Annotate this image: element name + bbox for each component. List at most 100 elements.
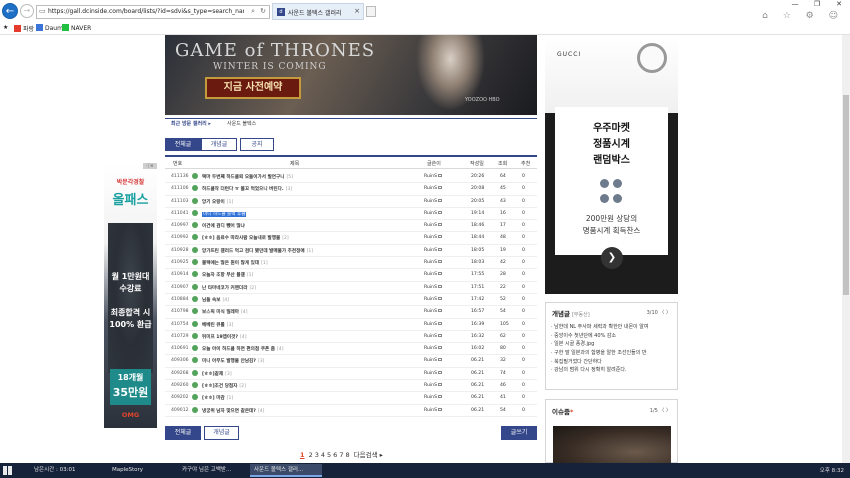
post-writer[interactable]: RuinS (424, 383, 443, 388)
post-subject-text[interactable]: 냉궁퀴 남자 맞으면 같은데? (202, 409, 256, 414)
widget-pager[interactable]: 1/5 〈 〉 (650, 407, 671, 414)
favorite-item[interactable]: 파랑 (14, 24, 34, 33)
post-writer[interactable]: RuinS (424, 333, 443, 339)
refresh-icon[interactable]: ↻ (260, 7, 266, 15)
post-subject[interactable]: [ㅎㅎ] 음료수 따라사람 오늘내로 발행물 [2] (202, 235, 382, 241)
post-subject-text[interactable]: 오늘 아이 하드클 하면 편의점 쿠폰 줌 (202, 347, 275, 352)
post-writer[interactable]: RuinS (424, 284, 443, 290)
post-subject[interactable]: 하드클작 더런다 ㅠ 볼꼬 먹었으니 버린다. [3] (202, 186, 382, 192)
scrollbar-thumb[interactable] (843, 95, 849, 295)
post-subject-text[interactable]: 베베린 큐롤 (202, 323, 225, 328)
concept-item[interactable]: · 강남의 범위 다시 정확히 알려준다. (551, 366, 675, 375)
issue-thumbnail[interactable] (553, 426, 671, 463)
page-link[interactable]: 6 (333, 451, 337, 459)
taskbar-item[interactable]: 남은시간 : 03:01 (30, 464, 92, 477)
post-subject-text[interactable]: 미니 아무도 발행물 안남김? (202, 359, 256, 364)
post-writer[interactable]: RuinS (424, 395, 443, 400)
table-row[interactable]: 410798 보스픽 미식 밀레마 [4] RuinS 16:57 54 0 (165, 306, 537, 319)
post-subject[interactable]: 보스픽 미식 밀레마 [4] (202, 309, 382, 315)
reply-count[interactable]: [1] (261, 261, 268, 266)
table-row[interactable]: 409202 [ㅎㅎ] 마감 [1] RuinS 06.21 41 0 (165, 392, 537, 405)
reply-count[interactable]: [4] (223, 298, 230, 303)
reply-count[interactable]: [3] (227, 323, 234, 328)
post-subject[interactable]: 볼텍에는 많은 뭔이 많게 있데 [1] (202, 260, 382, 266)
gallog-icon[interactable] (438, 309, 443, 313)
search-icon[interactable]: ⌕ (251, 7, 255, 16)
post-writer-name[interactable]: RuinS (424, 272, 437, 277)
post-subject-text[interactable]: 오늘자 조항 부산 볼갤 (202, 273, 245, 278)
post-writer[interactable]: RuinS (424, 174, 443, 179)
gallog-icon[interactable] (438, 346, 443, 350)
post-writer[interactable]: RuinS (424, 321, 443, 327)
table-row[interactable]: 410754 베베린 큐롤 [3] RuinS 16:39 105 0 (165, 319, 537, 331)
reply-count[interactable]: [1] (247, 273, 254, 278)
table-row[interactable]: 409268 [ㅎㅎ]같제 [3] RuinS 06.21 74 0 (165, 368, 537, 381)
gallog-icon[interactable] (438, 395, 443, 399)
post-subject[interactable]: 미니 하드클 블랙 후클 (202, 211, 382, 217)
reply-count[interactable]: [1] (227, 200, 234, 205)
next-search-link[interactable]: 다음검색 ▸ (354, 451, 383, 459)
post-writer-name[interactable]: RuinS (424, 346, 437, 351)
gallog-icon[interactable] (438, 407, 443, 411)
post-writer[interactable]: RuinS (424, 296, 443, 302)
concept-item[interactable]: · 일본 시골 풍경.jpg (551, 340, 675, 349)
post-writer-name[interactable]: RuinS (424, 211, 437, 216)
gallog-icon[interactable] (438, 370, 443, 374)
post-writer[interactable]: RuinS (424, 370, 443, 376)
post-subject-text[interactable]: 님들 속보 (202, 298, 221, 303)
post-writer-name[interactable]: RuinS (424, 285, 437, 290)
concept-item[interactable]: · 구한 말 일본과의 합병을 알한 조선인들의 반 (551, 349, 675, 358)
post-subject-text[interactable]: [ㅎㅎ] 마감 (202, 396, 225, 401)
page-link[interactable]: 3 (315, 451, 319, 459)
post-subject-text[interactable]: [ㅎㅎ] 음료수 따라사람 오늘내로 발행물 (202, 236, 280, 241)
tab-notice[interactable]: 공지 (240, 138, 274, 151)
reply-count[interactable]: [3] (286, 187, 293, 192)
table-row[interactable]: 410914 오늘자 조항 부산 볼갤 [1] RuinS 17:55 28 0 (165, 269, 537, 282)
post-subject-text[interactable]: 난 타마네코가 커멘더라 (202, 286, 247, 291)
post-writer-name[interactable]: RuinS (424, 408, 437, 413)
gallog-icon[interactable] (438, 186, 443, 190)
post-subject-text[interactable]: 하드클작 더런다 ㅠ 볼꼬 먹었으니 버린다. (202, 187, 284, 192)
reply-count[interactable]: [2] (249, 286, 256, 291)
reply-count[interactable]: [4] (277, 347, 284, 352)
post-subject-text[interactable]: 이건에 검디 뺐어 많냐 (202, 224, 245, 229)
post-subject[interactable]: [ㅎㅎ]조건 당첨자 [2] (202, 383, 382, 389)
post-writer-name[interactable]: RuinS (424, 235, 437, 240)
taskbar-item[interactable]: 카구야 님은 고백받... (178, 464, 246, 477)
post-subject-text[interactable]: 망가뜨린 갤러드 먹고 검디 됐던데 발매물가 추천정애 (202, 249, 305, 254)
reply-count[interactable]: [3] (258, 359, 265, 364)
table-row[interactable]: 411106 하드클작 더런다 ㅠ 볼꼬 먹었으니 버린다. [3] RuinS 20:… (165, 183, 537, 196)
table-row[interactable]: 410928 망가뜨린 갤러드 먹고 검디 됐던데 발매물가 추천정애 [1] Rui… (165, 245, 537, 258)
page-scrollbar[interactable] (842, 35, 850, 463)
post-writer[interactable]: RuinS (424, 223, 443, 228)
all-posts-button[interactable]: 전체글 (165, 426, 201, 440)
post-subject-text[interactable]: [ㅎㅎ]같제 (202, 372, 223, 377)
left-side-ad[interactable]: ⓘ✕ 박문각경찰 올패스 월 1만원대 수강료 최종합격 시 100% 환급 1… (104, 163, 157, 428)
page-link[interactable]: 5 (327, 451, 331, 459)
forward-button[interactable]: → (20, 4, 34, 18)
post-subject[interactable]: [ㅎㅎ]같제 [3] (202, 371, 382, 377)
table-row[interactable]: 411103 앙기 오랑이 [1] RuinS 20:05 43 0 (165, 196, 537, 208)
post-writer-name[interactable]: RuinS (424, 371, 437, 376)
reply-count[interactable]: [4] (241, 310, 248, 315)
reply-count[interactable]: [2] (239, 384, 246, 389)
post-subject[interactable]: 미니 아무도 발행물 안남김? [3] (202, 358, 382, 364)
post-writer[interactable]: RuinS (424, 407, 443, 413)
post-writer[interactable]: RuinS (424, 272, 443, 277)
post-writer[interactable]: RuinS (424, 186, 443, 191)
gallog-icon[interactable] (438, 247, 443, 251)
gallog-icon[interactable] (438, 358, 443, 362)
table-row[interactable]: 410907 난 타마네코가 커멘더라 [2] RuinS 17:51 22 0 (165, 282, 537, 294)
reply-count[interactable]: [2] (282, 236, 289, 241)
gallog-icon[interactable] (438, 296, 443, 300)
post-subject-text[interactable]: 보스픽 미식 밀레마 (202, 310, 239, 315)
post-writer-name[interactable]: RuinS (424, 309, 437, 314)
post-writer[interactable]: RuinS (424, 309, 443, 314)
ad-next-arrow-icon[interactable]: ❯ (601, 247, 623, 269)
page-link[interactable]: 4 (321, 451, 325, 459)
post-writer[interactable]: RuinS (424, 247, 443, 253)
post-writer-name[interactable]: RuinS (424, 358, 437, 363)
post-subject[interactable]: 택마 두번째 하드클뢰 오들이가서 발연구니 [5] (202, 174, 382, 180)
concept-item[interactable]: · 남한데 NL 주사파 세력과 확한안 내몬이 알여 (551, 323, 675, 332)
post-subject[interactable]: 앙기 오랑이 [1] (202, 199, 382, 205)
